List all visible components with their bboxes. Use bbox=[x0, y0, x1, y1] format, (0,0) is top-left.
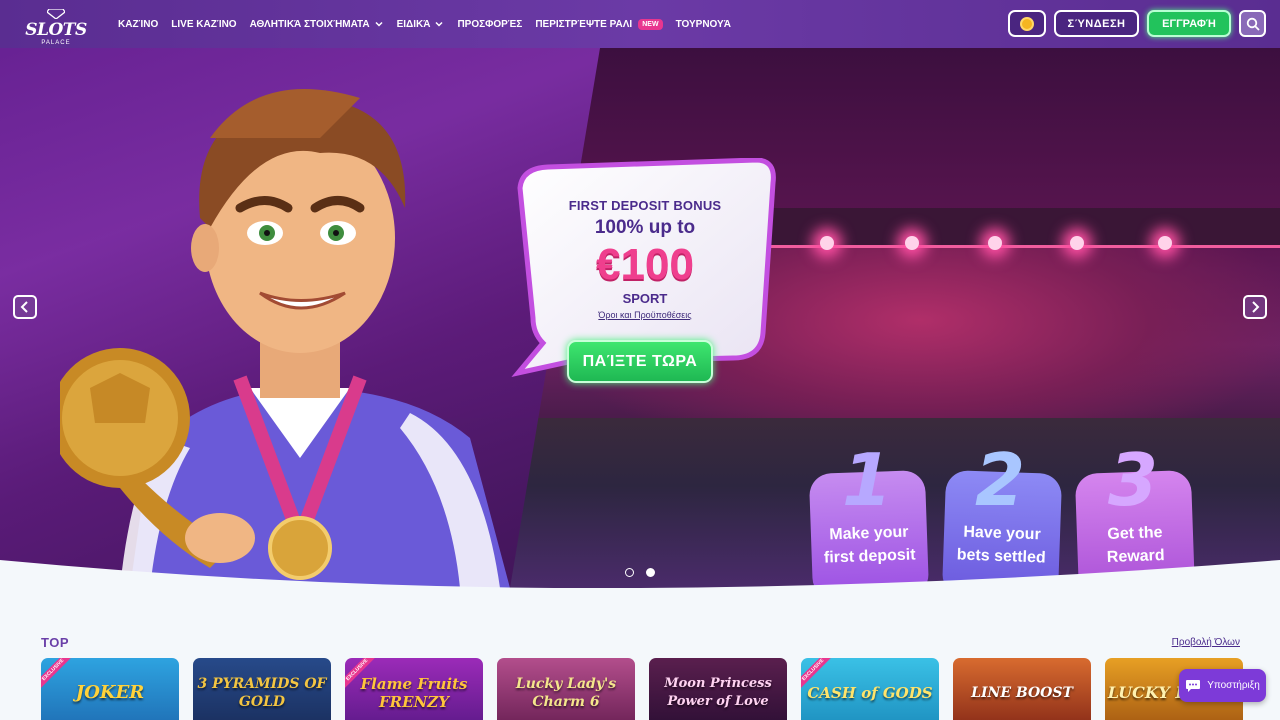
terms-link[interactable]: Όροι και Προϋποθέσεις bbox=[520, 310, 770, 320]
logo-sub: PALACE bbox=[41, 40, 71, 46]
game-tile[interactable]: Moon Princess Power of Love bbox=[649, 658, 787, 720]
site-logo[interactable]: SLOTS PALACE bbox=[24, 4, 88, 46]
game-title: CASH of GODS bbox=[807, 684, 933, 702]
chevron-left-icon bbox=[20, 301, 28, 313]
nav-casino[interactable]: ΚΑΖΊΝΟ bbox=[118, 19, 158, 30]
next-slide-button[interactable] bbox=[1243, 295, 1267, 319]
play-now-button[interactable]: ΠΑΊΞΤΕ ΤΩΡΑ bbox=[567, 340, 713, 383]
support-chat-button[interactable]: Υποστήριξη bbox=[1179, 669, 1266, 702]
nav-label: ΑΘΛΗΤΙΚΆ ΣΤΟΙΧΉΜΑΤΑ bbox=[249, 18, 370, 30]
game-title: Lucky Lady's Charm 6 bbox=[515, 676, 617, 710]
nav-live-casino[interactable]: LIVE ΚΑΖΊΝΟ bbox=[171, 19, 236, 30]
nav-label: ΚΑΖΊΝΟ bbox=[118, 18, 159, 30]
logo-name: SLOTS bbox=[25, 20, 87, 40]
hero-banner[interactable]: FIRST DEPOSIT BONUS 100% up to €100 SPOR… bbox=[0, 48, 1280, 588]
exclusive-ribbon: EXCLUSIVE bbox=[41, 658, 76, 693]
game-tile[interactable]: Lucky Lady's Charm 6 bbox=[497, 658, 635, 720]
header-actions: ΣΎΝΔΕΣΗ ΕΓΓΡΑΦΉ bbox=[1008, 10, 1266, 37]
games-row: EXCLUSIVE JOKER 3 PYRAMIDS OF GOLD EXCLU… bbox=[41, 658, 1243, 720]
nav-label: ΠΕΡΙΣΤΡΈΨΤΕ ΡΑΛΙ bbox=[535, 18, 633, 30]
slide-indicators bbox=[625, 568, 655, 577]
game-tile[interactable]: EXCLUSIVE JOKER bbox=[41, 658, 179, 720]
chat-icon bbox=[1186, 679, 1201, 692]
nav-tournaments[interactable]: ΤΟΥΡΝΟΥΆ bbox=[676, 19, 731, 30]
section-title-top: TOP bbox=[41, 635, 69, 650]
slide-dot-1[interactable] bbox=[625, 568, 634, 577]
chevron-down-icon bbox=[435, 21, 443, 27]
register-button[interactable]: ΕΓΓΡΑΦΉ bbox=[1147, 10, 1231, 37]
game-title: 3 PYRAMIDS OF GOLD bbox=[197, 676, 327, 710]
game-tile[interactable]: EXCLUSIVE CASH of GODS bbox=[801, 658, 939, 720]
game-title: Flame Fruits FRENZY bbox=[360, 675, 468, 711]
nav-label: ΤΟΥΡΝΟΥΆ bbox=[675, 18, 731, 30]
game-title: Moon Princess Power of Love bbox=[664, 676, 772, 709]
prev-slide-button[interactable] bbox=[13, 295, 37, 319]
step-number-1: 1 bbox=[842, 438, 893, 522]
football-player-illustration bbox=[60, 89, 510, 588]
nav-label: ΕΙΔΙΚΆ bbox=[396, 18, 431, 30]
stadium-light bbox=[1070, 236, 1084, 250]
nav-spin-rally[interactable]: ΠΕΡΙΣΤΡΈΨΤΕ ΡΑΛΙ NEW bbox=[535, 18, 663, 30]
bonus-title: FIRST DEPOSIT BONUS bbox=[568, 198, 722, 213]
chevron-right-icon bbox=[1252, 301, 1260, 313]
bonus-amount: €100 bbox=[596, 240, 694, 289]
search-button[interactable] bbox=[1239, 10, 1266, 37]
top-navbar: SLOTS PALACE ΚΑΖΊΝΟ LIVE ΚΑΖΊΝΟ ΑΘΛΗΤΙΚΆ… bbox=[0, 0, 1280, 48]
nav-sports-betting[interactable]: ΑΘΛΗΤΙΚΆ ΣΤΟΙΧΉΜΑΤΑ bbox=[250, 19, 384, 30]
stadium-light bbox=[820, 236, 834, 250]
login-button[interactable]: ΣΎΝΔΕΣΗ bbox=[1054, 10, 1139, 37]
new-badge: NEW bbox=[638, 18, 663, 30]
game-tile[interactable]: EXCLUSIVE Flame Fruits FRENZY bbox=[345, 658, 483, 720]
nav-label: LIVE ΚΑΖΊΝΟ bbox=[171, 18, 237, 30]
coin-icon bbox=[1020, 16, 1034, 31]
nav-label: ΠΡΟΣΦΟΡΈΣ bbox=[457, 18, 523, 30]
bonus-type: SPORT bbox=[622, 291, 668, 306]
stadium-light bbox=[1158, 236, 1172, 250]
coins-button[interactable] bbox=[1008, 10, 1046, 37]
stadium-light bbox=[988, 236, 1002, 250]
game-title: LINE BOOST bbox=[971, 685, 1073, 701]
game-tile[interactable]: LINE BOOST bbox=[953, 658, 1091, 720]
view-all-link[interactable]: Προβολή Όλων bbox=[1172, 637, 1240, 648]
support-label: Υποστήριξη bbox=[1207, 680, 1260, 691]
chevron-down-icon bbox=[375, 21, 383, 27]
bonus-text-block: FIRST DEPOSIT BONUS 100% up to €100 SPOR… bbox=[520, 198, 770, 320]
slide-dot-2[interactable] bbox=[646, 568, 655, 577]
stadium-light bbox=[905, 236, 919, 250]
nav-specials[interactable]: ΕΙΔΙΚΆ bbox=[397, 19, 445, 30]
step-number-2: 2 bbox=[975, 438, 1026, 522]
search-icon bbox=[1246, 17, 1260, 31]
nav-promotions[interactable]: ΠΡΟΣΦΟΡΈΣ bbox=[457, 19, 522, 30]
main-nav: ΚΑΖΊΝΟ LIVE ΚΑΖΊΝΟ ΑΘΛΗΤΙΚΆ ΣΤΟΙΧΉΜΑΤΑ Ε… bbox=[118, 0, 744, 48]
step-number-3: 3 bbox=[1108, 438, 1159, 522]
game-tile[interactable]: 3 PYRAMIDS OF GOLD bbox=[193, 658, 331, 720]
hero-bottom-curve bbox=[0, 560, 1280, 600]
bonus-subtitle: 100% up to bbox=[594, 217, 696, 238]
game-title: JOKER bbox=[75, 682, 145, 703]
diamond-icon bbox=[46, 8, 66, 20]
